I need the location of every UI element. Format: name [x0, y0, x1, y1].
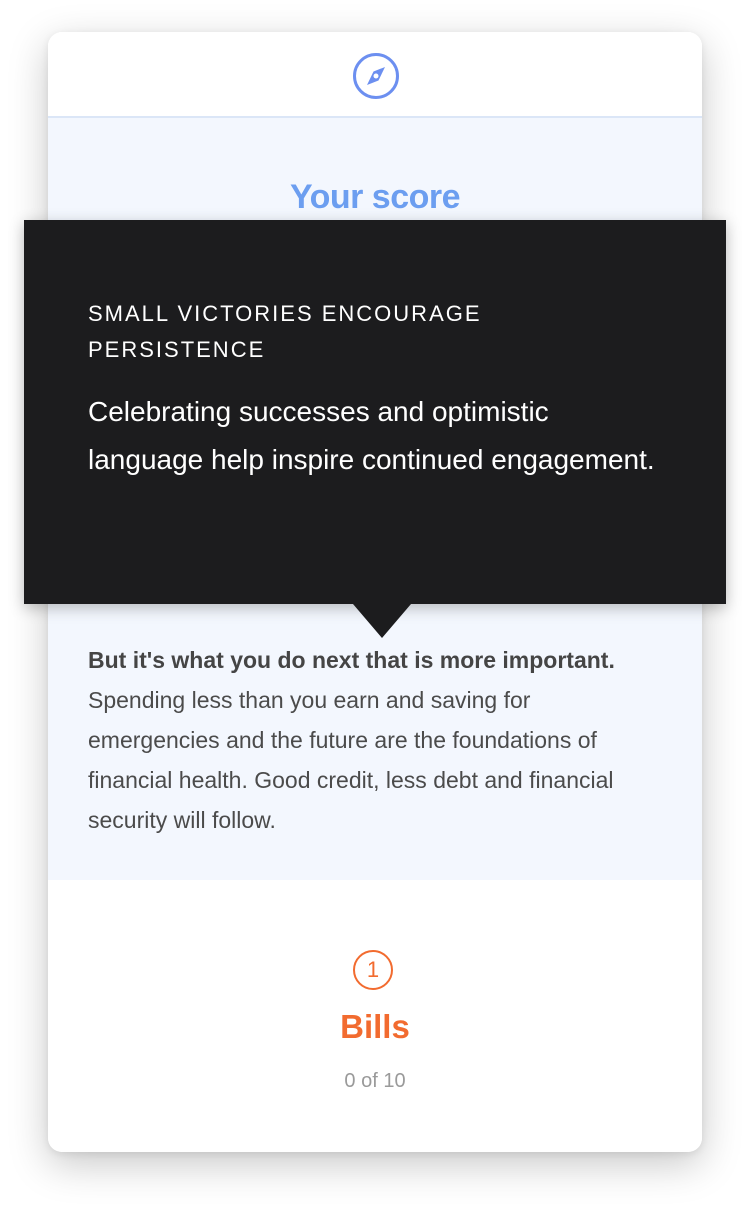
tooltip: SMALL VICTORIES ENCOURAGE PERSISTENCE Ce… [24, 220, 726, 604]
tooltip-heading: SMALL VICTORIES ENCOURAGE PERSISTENCE [88, 301, 482, 362]
compass-icon[interactable] [352, 52, 400, 100]
tooltip-arrow [353, 604, 411, 638]
tooltip-body: Celebrating successes and optimistic lan… [88, 396, 655, 475]
page: Your score But it's what you do next tha… [0, 0, 750, 1216]
advice-text: But it's what you do next that is more i… [88, 640, 668, 840]
advice-body: Spending less than you earn and saving f… [88, 687, 614, 833]
bills-progress: 0 of 10 [344, 1070, 406, 1092]
score-title: Your score [289, 178, 461, 216]
bills-section[interactable]: 1 Bills 0 of 10 [48, 880, 702, 1152]
card-header [48, 32, 702, 118]
advice-bold: But it's what you do next that is more i… [88, 647, 615, 673]
step-number-badge: 1 [353, 950, 393, 990]
bills-title[interactable]: Bills [48, 1008, 702, 1046]
